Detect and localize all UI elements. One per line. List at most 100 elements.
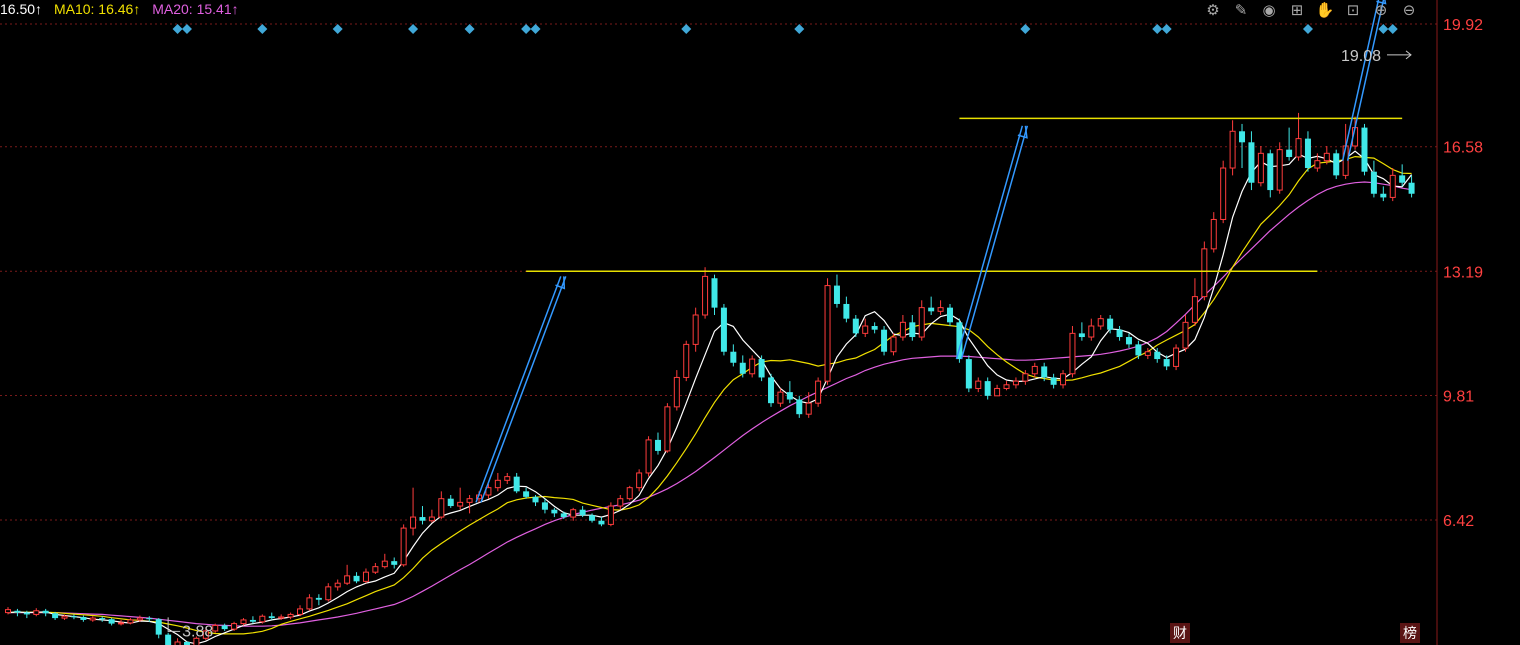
candle (739, 355, 746, 378)
candle-body (1050, 377, 1057, 385)
candle (1286, 127, 1293, 161)
event-marker-icon (332, 24, 343, 34)
candle-body (824, 285, 831, 382)
candle-body (890, 336, 897, 353)
candle (1220, 160, 1227, 224)
candle-body (937, 307, 944, 312)
candle (1135, 340, 1142, 360)
ma5-line (7, 150, 1413, 645)
candle (909, 314, 916, 341)
gift-icon[interactable]: ⊞ (1286, 0, 1308, 20)
candle (749, 355, 756, 378)
candle-body (315, 597, 322, 600)
candle-body (598, 520, 605, 525)
candle-body (23, 612, 30, 615)
zoom-in-icon[interactable]: ⊕ (1370, 0, 1392, 20)
candle-body (928, 307, 935, 312)
hand-icon[interactable]: ✋ (1314, 0, 1336, 20)
candle-body (1060, 373, 1067, 386)
candle (720, 303, 727, 356)
candle (1097, 314, 1104, 330)
candle-body (711, 278, 718, 308)
candle-body (1323, 152, 1330, 162)
candle-body (786, 392, 793, 400)
candle-body (768, 377, 775, 404)
candle-body (541, 502, 548, 510)
candle (381, 553, 388, 569)
candle-body (1116, 329, 1123, 338)
candle (777, 388, 784, 407)
ranking-badge[interactable]: 榜 (1400, 623, 1420, 643)
candle-body (617, 498, 624, 507)
candle (494, 472, 501, 492)
candle-body (673, 376, 680, 408)
chart-toolbar: ⚙ ✎ ◉ ⊞ ✋ ⊡ ⊕ ⊖ (1202, 0, 1420, 20)
candle (899, 314, 906, 341)
candle-body (579, 509, 586, 516)
event-marker-icon (1020, 24, 1031, 34)
candle-body (1173, 347, 1180, 367)
candle-body (278, 616, 285, 619)
candle (240, 618, 247, 626)
candle (881, 326, 888, 356)
price-tick-label: 13.19 (1443, 264, 1483, 281)
candle (5, 607, 11, 615)
candle (1304, 131, 1311, 172)
candle (928, 296, 935, 315)
candle-body (918, 307, 925, 338)
candle (975, 377, 982, 393)
candle-body (1314, 160, 1321, 169)
candlestick-chart[interactable]: 3.88 19.08 19.92 16.58 13.19 9.81 6.42 (0, 0, 1520, 645)
candle-body (720, 307, 727, 352)
candle (1295, 112, 1302, 161)
zoom-out-icon[interactable]: ⊖ (1398, 0, 1420, 20)
candle-body (1408, 182, 1415, 194)
lock-icon[interactable]: ⊡ (1342, 0, 1364, 20)
candle-body (42, 610, 49, 614)
candle-body (664, 406, 671, 452)
pen-icon[interactable]: ✎ (1230, 0, 1252, 20)
candle-body (221, 625, 228, 630)
candle-body (249, 619, 256, 622)
candle-body (297, 608, 304, 615)
finance-badge[interactable]: 财 (1170, 623, 1190, 643)
price-tick-label: 16.58 (1443, 140, 1483, 157)
candle-body (899, 321, 906, 338)
candle (843, 296, 850, 323)
candle (1210, 212, 1217, 253)
price-tick-label: 6.42 (1443, 513, 1474, 530)
price-tick-label: 9.81 (1443, 388, 1474, 405)
candle-body (626, 487, 633, 500)
candle-body (372, 566, 379, 573)
eye-icon[interactable]: ◉ (1258, 0, 1280, 20)
candle (947, 303, 953, 327)
ma20-label: MA20: 15.41↑ (152, 1, 239, 17)
candle (1191, 278, 1198, 327)
candle-body (61, 615, 68, 619)
candle (42, 608, 49, 617)
candle (833, 274, 840, 308)
candle (551, 507, 558, 518)
candle-body (1022, 373, 1029, 382)
candle-body (334, 582, 341, 588)
candle-body (1220, 167, 1227, 220)
candle (796, 395, 803, 418)
candle-body (14, 610, 21, 613)
candle-body (1399, 175, 1406, 183)
candle (165, 632, 172, 645)
candle-body (947, 307, 953, 323)
candle-body (1295, 138, 1302, 158)
gear-icon[interactable]: ⚙ (1202, 0, 1224, 20)
candle-body (504, 476, 511, 481)
candle (1173, 344, 1180, 371)
candle (372, 562, 379, 575)
candle-body (1031, 365, 1038, 375)
candle-body (551, 509, 558, 514)
candle (692, 307, 699, 352)
candle (1267, 149, 1274, 198)
candle-body (259, 615, 266, 623)
candle (711, 274, 718, 315)
event-marker-icon (181, 24, 192, 34)
candle-body (146, 618, 153, 620)
candle (994, 384, 1001, 397)
